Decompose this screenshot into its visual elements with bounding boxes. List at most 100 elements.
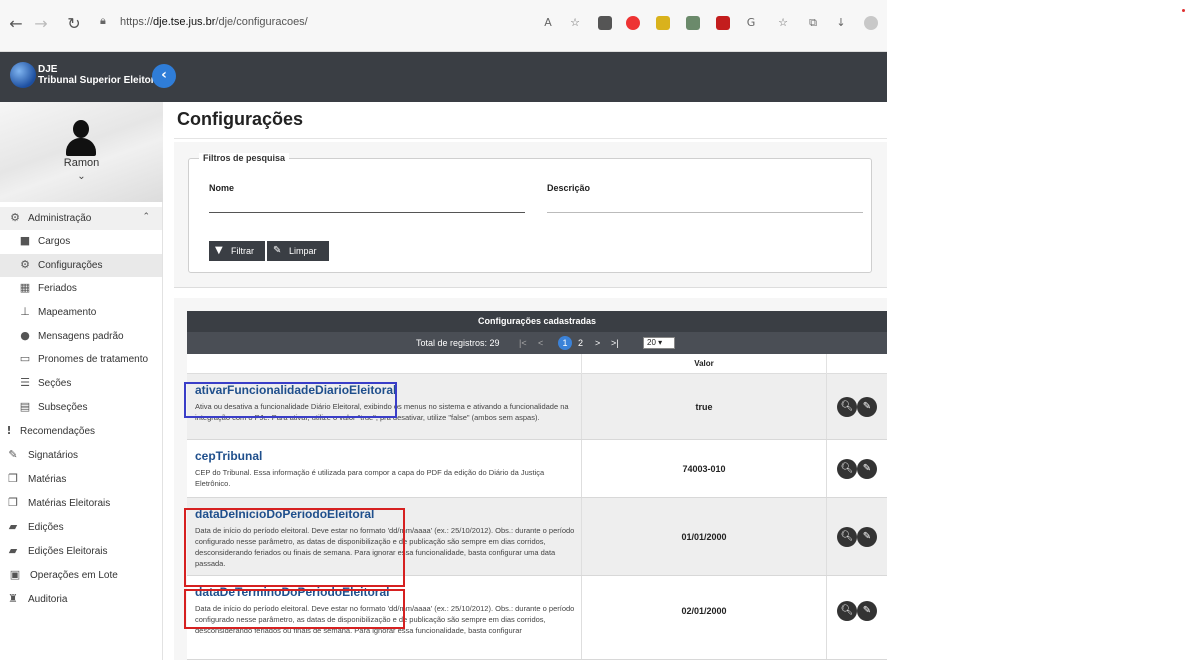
sidebar-item-secoes[interactable]: ☰ Seções bbox=[0, 372, 162, 395]
results-panel: Configurações cadastradas Total de regis… bbox=[174, 298, 887, 660]
extension-icon[interactable] bbox=[598, 16, 612, 30]
filter-fieldset: Filtros de pesquisa Nome Descrição ▼ Fil… bbox=[188, 153, 872, 273]
eraser-icon: ✎ bbox=[273, 245, 282, 256]
exclamation-icon: ! bbox=[6, 424, 12, 437]
sidebar-item-label: Seções bbox=[38, 378, 72, 389]
cogs-icon: ⚙ bbox=[10, 211, 20, 224]
sidebar-item-label: Operações em Lote bbox=[30, 570, 118, 581]
gear-icon: ⚙ bbox=[20, 258, 30, 271]
page-size-select[interactable]: 20 ▾ bbox=[643, 337, 675, 349]
indicator-dot bbox=[1182, 9, 1185, 12]
list-icon: ☰ bbox=[20, 376, 30, 389]
edit-icon[interactable]: ✎ bbox=[857, 527, 877, 547]
forward-icon[interactable]: → bbox=[31, 14, 51, 34]
extension-icon[interactable] bbox=[686, 16, 700, 30]
sidebar-item-edicoes[interactable]: ▰ Edições bbox=[0, 516, 162, 539]
comment-icon: ● bbox=[20, 329, 30, 342]
view-icon[interactable]: 🔍︎ bbox=[837, 397, 857, 417]
chevron-up-icon: ⌃ bbox=[142, 212, 150, 222]
prev-page-icon[interactable]: < bbox=[538, 338, 543, 348]
sidebar-item-recomendacoes[interactable]: ! Recomendações bbox=[0, 420, 162, 443]
sidebar-item-label: Edições bbox=[28, 522, 64, 533]
edit-icon[interactable]: ✎ bbox=[857, 601, 877, 621]
table-caption: Configurações cadastradas bbox=[187, 311, 887, 332]
page-title: Configurações bbox=[177, 109, 304, 129]
config-name-link[interactable]: cepTribunal bbox=[195, 449, 262, 463]
description-label: Descrição bbox=[547, 183, 591, 193]
read-aloud-icon[interactable]: A bbox=[541, 16, 555, 30]
sidebar-item-signatarios[interactable]: ✎ Signatários bbox=[0, 444, 162, 467]
sidebar-item-materias[interactable]: ❐ Matérias bbox=[0, 468, 162, 491]
window-icon: ▤ bbox=[19, 400, 31, 413]
sidebar-item-operacoes-em-lote[interactable]: ▣ Operações em Lote bbox=[0, 564, 162, 587]
divider bbox=[174, 138, 887, 139]
description-input[interactable] bbox=[547, 212, 863, 213]
view-icon[interactable]: 🔍︎ bbox=[837, 459, 857, 479]
filter-button[interactable]: ▼ Filtrar bbox=[209, 241, 265, 261]
sidebar-item-administracao[interactable]: ⚙ Administração ⌃ bbox=[0, 207, 162, 230]
clear-button[interactable]: ✎ Limpar bbox=[267, 241, 329, 261]
sidebar-collapse-button[interactable]: ‹ bbox=[152, 64, 176, 88]
browser-toolbar: ← → ↻ 🔒︎ https://dje.tse.jus.br/dje/conf… bbox=[0, 0, 887, 52]
chevron-down-icon[interactable]: ⌄ bbox=[0, 171, 163, 182]
copy-icon: ❐ bbox=[8, 496, 18, 509]
sidebar-item-auditoria[interactable]: ♜ Auditoria bbox=[0, 588, 162, 611]
sidebar-item-edicoes-eleitorais[interactable]: ▰ Edições Eleitorais bbox=[0, 540, 162, 563]
last-page-icon[interactable]: >| bbox=[611, 338, 619, 348]
sidebar: Ramon ⌄ ⚙ Administração ⌃ ■ Cargos ⚙ Con… bbox=[0, 102, 163, 660]
sidebar-item-label: Administração bbox=[28, 213, 92, 224]
favorite-add-icon[interactable]: ☆ bbox=[568, 16, 582, 30]
sidebar-item-label: Pronomes de tratamento bbox=[38, 354, 149, 365]
sidebar-item-configuracoes[interactable]: ⚙ Configurações bbox=[0, 254, 162, 277]
sidebar-item-pronomes[interactable]: ▭ Pronomes de tratamento bbox=[0, 348, 162, 371]
favorites-icon[interactable]: ☆ bbox=[776, 16, 790, 30]
sidebar-item-label: Subseções bbox=[38, 402, 88, 413]
sidebar-item-mensagens-padrao[interactable]: ● Mensagens padrão bbox=[0, 325, 162, 348]
first-page-icon[interactable]: |< bbox=[519, 338, 527, 348]
app-logo-text: DJE Tribunal Superior Eleitoral bbox=[38, 64, 164, 86]
browser-window: ← → ↻ 🔒︎ https://dje.tse.jus.br/dje/conf… bbox=[0, 0, 887, 660]
table-header-row: Valor bbox=[187, 354, 887, 374]
sidebar-item-materias-eleitorais[interactable]: ❐ Matérias Eleitorais bbox=[0, 492, 162, 515]
filter-panel: Filtros de pesquisa Nome Descrição ▼ Fil… bbox=[174, 142, 887, 288]
extension-icon[interactable]: G bbox=[744, 16, 758, 30]
sidebar-item-label: Matérias bbox=[28, 474, 67, 485]
edit-icon[interactable]: ✎ bbox=[857, 397, 877, 417]
name-label: Nome bbox=[209, 183, 235, 193]
briefcase-icon: ■ bbox=[19, 234, 31, 247]
refresh-icon[interactable]: ↻ bbox=[64, 14, 84, 34]
tse-logo-icon bbox=[10, 62, 36, 88]
page-1-button[interactable]: 1 bbox=[558, 336, 572, 350]
downloads-icon[interactable]: ↓ bbox=[834, 16, 848, 30]
id-card-icon: ▭ bbox=[19, 352, 31, 365]
main-content: Configurações Filtros de pesquisa Nome D… bbox=[164, 102, 887, 660]
sidebar-item-cargos[interactable]: ■ Cargos bbox=[0, 230, 162, 253]
empty-area bbox=[887, 0, 1197, 660]
profile-icon[interactable] bbox=[864, 16, 878, 30]
sidebar-item-label: Matérias Eleitorais bbox=[28, 498, 111, 509]
adblock-icon[interactable] bbox=[626, 16, 640, 30]
edit-icon[interactable]: ✎ bbox=[857, 459, 877, 479]
extension-icon[interactable] bbox=[656, 16, 670, 30]
sidebar-item-feriados[interactable]: ▦ Feriados bbox=[0, 277, 162, 300]
sidebar-item-label: Auditoria bbox=[28, 594, 68, 605]
page-2-button[interactable]: 2 bbox=[578, 338, 583, 348]
next-page-icon[interactable]: > bbox=[595, 338, 600, 348]
view-icon[interactable]: 🔍︎ bbox=[837, 601, 857, 621]
copy-icon: ❐ bbox=[8, 472, 18, 485]
view-icon[interactable]: 🔍︎ bbox=[837, 527, 857, 547]
user-profile[interactable]: Ramon ⌄ bbox=[0, 102, 163, 202]
name-input[interactable] bbox=[209, 212, 525, 213]
back-icon[interactable]: ← bbox=[6, 14, 26, 34]
config-value: 02/01/2000 bbox=[581, 576, 827, 659]
extension-icon[interactable] bbox=[716, 16, 730, 30]
filter-legend: Filtros de pesquisa bbox=[199, 153, 290, 163]
lock-icon: 🔒︎ bbox=[100, 14, 106, 27]
collections-icon[interactable]: ⧉ bbox=[806, 16, 820, 30]
sidebar-item-label: Signatários bbox=[28, 450, 79, 461]
address-bar[interactable]: 🔒︎ https://dje.tse.jus.br/dje/configurac… bbox=[100, 8, 530, 42]
table-row: cepTribunal CEP do Tribunal. Essa inform… bbox=[187, 440, 887, 498]
filter-icon: ▼ bbox=[215, 245, 223, 256]
sidebar-item-mapeamento[interactable]: ⊥ Mapeamento bbox=[0, 301, 162, 324]
sidebar-item-subsecoes[interactable]: ▤ Subseções bbox=[0, 396, 162, 419]
